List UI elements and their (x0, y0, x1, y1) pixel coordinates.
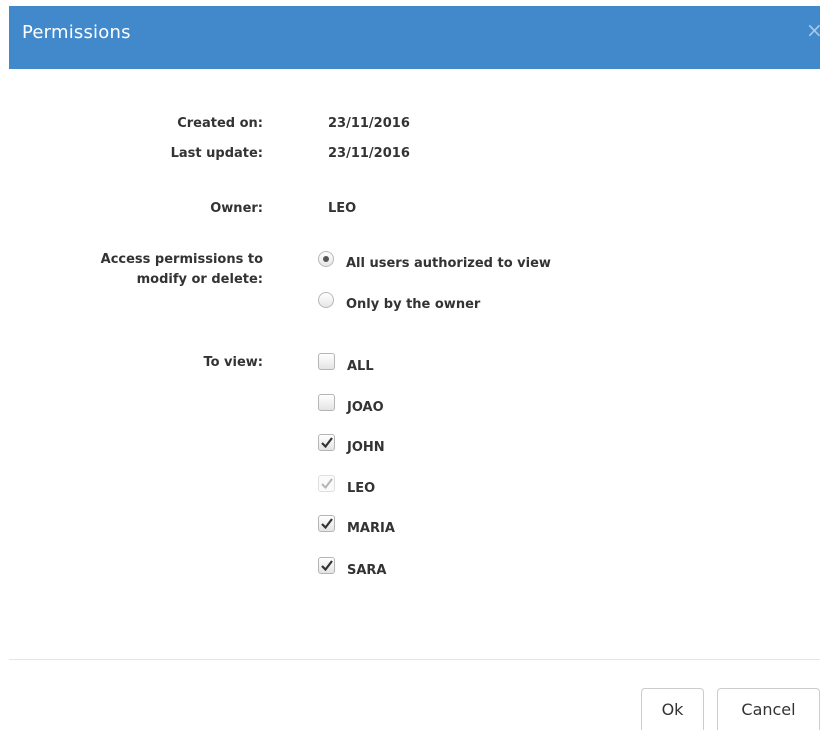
checkbox-label: ALL (347, 358, 374, 374)
checkbox-user-maria[interactable]: MARIA (318, 514, 395, 539)
checkbox-user-john[interactable]: JOHN (318, 433, 385, 458)
close-icon[interactable]: × (806, 19, 820, 41)
last-update-label: Last update: (170, 146, 263, 161)
to-view-label: To view: (203, 355, 263, 370)
checkbox-user-leo: LEO (318, 474, 376, 499)
checkbox-unchecked-icon[interactable] (318, 352, 335, 370)
cancel-button[interactable]: Cancel (717, 688, 820, 730)
checkbox-label: LEO (347, 480, 376, 496)
footer-divider (9, 659, 820, 660)
radio-option-all-users[interactable]: All users authorized to view (318, 251, 551, 274)
created-on-label: Created on: (177, 116, 263, 131)
checkbox-label: JOHN (347, 439, 385, 455)
checkmark-icon[interactable] (318, 556, 335, 574)
dialog-header: Permissions × (9, 6, 820, 69)
radio-unselected-icon[interactable] (318, 292, 334, 308)
ok-button[interactable]: Ok (641, 688, 704, 730)
access-permissions-label-line2: modify or delete: (136, 272, 263, 287)
owner-value: LEO (328, 201, 357, 216)
checkbox-unchecked-icon[interactable] (318, 393, 335, 411)
radio-option-label: Only by the owner (346, 296, 481, 312)
checkmark-icon[interactable] (318, 433, 335, 451)
radio-option-owner-only[interactable]: Only by the owner (318, 292, 481, 315)
checkbox-label: SARA (347, 562, 387, 578)
checkbox-user-sara[interactable]: SARA (318, 556, 387, 581)
checkmark-disabled-icon (318, 474, 335, 492)
dialog-title: Permissions (22, 22, 131, 43)
radio-option-label: All users authorized to view (346, 255, 551, 271)
last-update-value: 23/11/2016 (328, 146, 410, 161)
checkmark-icon[interactable] (318, 514, 335, 532)
access-permissions-label-line1: Access permissions to (100, 252, 263, 267)
checkbox-user-all[interactable]: ALL (318, 352, 374, 377)
radio-selected-icon[interactable] (318, 251, 334, 267)
checkbox-user-joao[interactable]: JOAO (318, 393, 384, 418)
created-on-value: 23/11/2016 (328, 116, 410, 131)
checkbox-label: JOAO (347, 399, 384, 415)
checkbox-label: MARIA (347, 520, 395, 536)
owner-label: Owner: (210, 201, 263, 216)
